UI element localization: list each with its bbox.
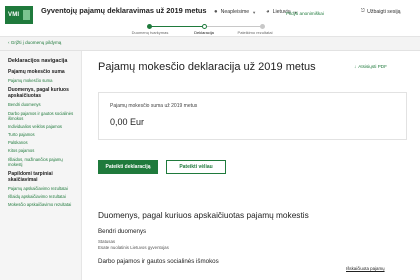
sidebar-link[interactable]: Turto pajamos [8, 132, 81, 137]
general-data-title: Bendri duomenys [98, 228, 147, 235]
main-content: Pajamų mokesčio deklaracija už 2019 metu… [82, 51, 420, 280]
user-menu[interactable]: ● Neapleisime ▼ [214, 9, 256, 15]
sidebar-link[interactable]: Individualios veiklos pajamos [8, 124, 81, 129]
app-title: Gyventojų pajamų deklaravimas už 2019 me… [41, 6, 207, 15]
step-label: Deklaracija [194, 30, 214, 35]
income-section-title: Darbo pajamos ir gautos socialinės išmok… [98, 258, 219, 265]
globe-icon: ◕ [266, 9, 270, 15]
declaration-sidebar: Deklaracijos navigacija Pajamų mokesčio … [0, 51, 82, 280]
sidebar-group-heading: Papildomi tarpiniai skaičiavimai [8, 170, 53, 183]
logout-button[interactable]: ⎋ Užbaigti sesiją [361, 8, 401, 15]
step-dot-done [147, 24, 152, 29]
user-icon: ● [214, 9, 218, 15]
anonymous-fill-link[interactable]: Pildyti anonimiškai [286, 11, 324, 16]
logout-icon: ⎋ [361, 8, 366, 14]
submit-later-button[interactable]: Pateikti vėliau [166, 160, 226, 174]
step-connector [176, 26, 202, 27]
sidebar-link[interactable]: Palūkanos [8, 140, 81, 145]
app-header: VMI Gyventojų pajamų deklaravimas už 201… [0, 0, 420, 37]
sidebar-link[interactable]: Kitos pajamos [8, 148, 81, 153]
submit-declaration-button[interactable]: Pateikti deklaraciją [98, 160, 158, 174]
back-link[interactable]: ‹ Grįžti į duomenų pildymą [8, 40, 61, 45]
sidebar-link[interactable]: Pajamų apskaičiavimo rezultatai [8, 186, 81, 191]
sidebar-link[interactable]: Mokesčio apskaičiavimo rezultatai [8, 202, 81, 207]
section-title: Duomenys, pagal kuriuos apskaičiuotas pa… [98, 210, 309, 220]
progress-stepper: Duomenų tvarkymas Deklaracija Pateikimo … [132, 24, 277, 36]
user-name: Neapleisime [220, 9, 250, 15]
sidebar-link[interactable]: Bendri duomenys [8, 102, 81, 107]
status-label: Statusas [98, 239, 116, 244]
breadcrumb-bar: ‹ Grįžti į duomenų pildymą [0, 37, 420, 51]
step-dot-current [202, 24, 207, 29]
step-connector [150, 26, 176, 27]
sidebar-link[interactable]: Darbo pajamos ir gautos socialinės išmok… [8, 111, 81, 121]
tax-summary-card: Pajamų mokesčio suma už 2019 metus 0,00 … [98, 92, 407, 140]
withheld-income-column-header: Išskaičiuota pajamų [346, 266, 385, 271]
sidebar-link[interactable]: Išlaidų apskaičiavimo rezultatai [8, 194, 81, 199]
vmi-logo[interactable]: VMI [5, 6, 33, 24]
sidebar-title: Deklaracijos navigacija [8, 58, 68, 64]
download-pdf-label: Atsisiųsti PDF [358, 64, 387, 69]
download-icon: ↓ [354, 64, 357, 69]
step-label: Duomenų tvarkymas [131, 30, 169, 35]
page-title: Pajamų mokesčio deklaracija už 2019 metu… [98, 61, 316, 73]
logout-label: Užbaigti sesiją [367, 8, 401, 15]
tax-amount-label: Pajamų mokesčio suma už 2019 metus [110, 103, 198, 109]
tax-amount-value: 0,00 Eur [110, 117, 145, 127]
chevron-down-icon: ▼ [252, 9, 257, 15]
sidebar-link[interactable]: Pajamų mokesčio suma [8, 78, 81, 83]
download-pdf-link[interactable]: ↓ Atsisiųsti PDF [354, 64, 387, 69]
sidebar-group-heading: Duomenys, pagal kuriuos apskaičiuotas [8, 87, 69, 100]
status-value: Esate nuolatinis Lietuvos gyventojas [98, 245, 169, 250]
sidebar-link[interactable]: Išlaidos, mažinančios pajamų mokestį [8, 157, 81, 167]
step-label: Pateikimo rezultatai [237, 30, 273, 35]
step-connector [207, 26, 260, 27]
sidebar-group-heading: Pajamų mokesčio suma [8, 69, 65, 75]
step-dot-pending [260, 24, 265, 29]
